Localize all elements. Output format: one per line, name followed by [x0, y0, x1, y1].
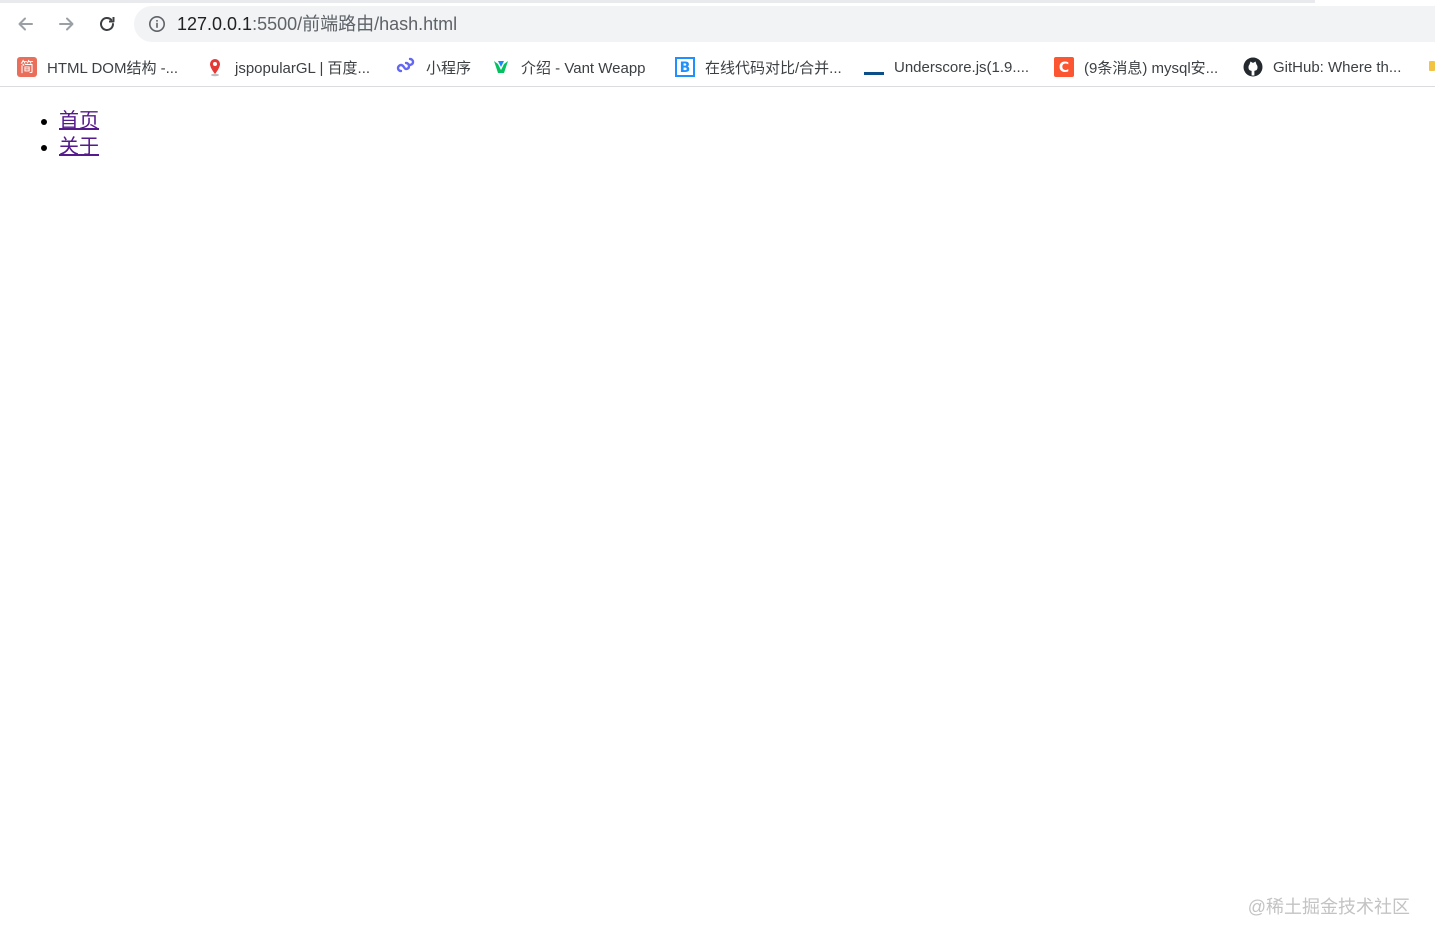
miniprogram-link-icon — [396, 57, 416, 77]
reload-button[interactable] — [93, 10, 121, 38]
list-item: 首页 — [59, 108, 99, 134]
bookmark-label: HTML DOM结构 -... — [47, 59, 179, 77]
bookmark-overflow[interactable] — [1428, 48, 1435, 86]
jianshu-icon: 简 — [17, 57, 37, 77]
back-arrow-icon — [16, 14, 36, 34]
bookmark-item-csdn-mysql[interactable]: C (9条消息) mysql安... — [1054, 48, 1218, 86]
bookmark-item-jspopulargl[interactable]: jspopularGL | 百度... — [205, 48, 370, 86]
svg-text:C: C — [1059, 60, 1069, 76]
url-path: :5500/前端路由/hash.html — [252, 14, 458, 34]
nav-link-list: 首页 关于 — [19, 108, 99, 160]
reload-icon — [97, 14, 117, 34]
about-link[interactable]: 关于 — [59, 136, 99, 158]
map-pin-icon — [205, 57, 225, 77]
tab-strip-edge — [0, 0, 1315, 3]
github-icon — [1243, 57, 1263, 77]
url-host: 127.0.0.1 — [177, 14, 253, 34]
bookmark-label: 小程序 — [426, 59, 472, 77]
bookmark-label: 介绍 - Vant Weapp — [521, 59, 646, 77]
browser-toolbar: 127.0.0.1:5500/前端路由/hash.html — [0, 0, 1435, 48]
svg-text:简: 简 — [20, 59, 34, 76]
bookmark-label: (9条消息) mysql安... — [1084, 59, 1219, 77]
forward-button[interactable] — [52, 10, 80, 38]
address-url[interactable]: 127.0.0.1:5500/前端路由/hash.html — [177, 14, 457, 34]
address-bar[interactable]: 127.0.0.1:5500/前端路由/hash.html — [134, 6, 1435, 42]
site-info-icon[interactable] — [148, 15, 166, 38]
bookmark-item-html-dom[interactable]: 简 HTML DOM结构 -... — [17, 48, 178, 86]
svg-text:B: B — [680, 60, 691, 76]
bookmark-label: Underscore.js(1.9.... — [894, 58, 1030, 76]
bookmark-label: jspopularGL | 百度... — [235, 59, 371, 77]
vant-icon — [491, 57, 511, 77]
csdn-icon: C — [1054, 57, 1074, 77]
bookmark-item-miniprogram[interactable]: 小程序 — [396, 48, 471, 86]
bookmarks-bar: 简 HTML DOM结构 -... jspopularGL | 百度... 小程… — [0, 48, 1435, 87]
bookmark-overflow-icon — [1428, 55, 1435, 79]
underscore-icon — [864, 57, 884, 77]
bookmark-item-code-diff[interactable]: B 在线代码对比/合并... — [675, 48, 842, 86]
forward-arrow-icon — [56, 14, 76, 34]
home-link[interactable]: 首页 — [59, 110, 99, 132]
list-item: 关于 — [59, 134, 99, 160]
bookmark-item-vant-weapp[interactable]: 介绍 - Vant Weapp — [491, 48, 646, 86]
bejson-icon: B — [675, 57, 695, 77]
bookmark-label: GitHub: Where th... — [1273, 58, 1402, 76]
bookmark-label: 在线代码对比/合并... — [705, 59, 842, 77]
bookmark-item-underscore[interactable]: Underscore.js(1.9.... — [864, 48, 1029, 86]
back-button[interactable] — [12, 10, 40, 38]
bookmark-item-github[interactable]: GitHub: Where th... — [1243, 48, 1401, 86]
watermark: @稀土掘金技术社区 — [1247, 897, 1410, 917]
